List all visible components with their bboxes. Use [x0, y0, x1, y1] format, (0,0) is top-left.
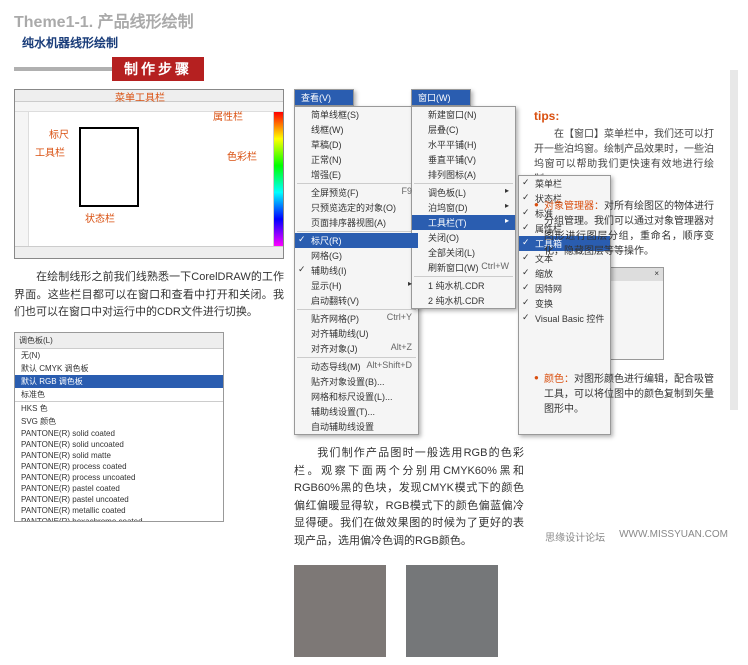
scrollbar-decoration	[730, 70, 738, 410]
paragraph-2: 我们制作产品图时一般选用RGB的色彩栏。观察下面两个分别用CMYK60%黑和RG…	[294, 445, 524, 551]
anno-toolbox: 工具栏	[35, 144, 65, 159]
tip-object-manager: 对象管理器：对所有绘图区的物体进行分组管理。我们可以通过对象管理器对图形进行图层…	[534, 199, 714, 259]
close-icon: ×	[654, 269, 659, 280]
menu-view: 简单线框(S)线框(W)草稿(D)正常(N)增强(E)全屏预览(F)F9只预览选…	[294, 106, 419, 435]
footer: 思缘设计论坛 WWW.MISSYUAN.COM	[545, 529, 728, 544]
anno-palette: 色彩栏	[227, 148, 257, 163]
title-main: Theme1-1. 产品线形绘制	[14, 8, 734, 32]
anno-property: 属性栏	[213, 108, 243, 123]
anno-status: 状态栏	[85, 210, 115, 225]
paragraph-1: 在绘制线形之前我们线熟悉一下CorelDRAW的工作界面。这些栏目都可以在窗口和…	[14, 269, 284, 322]
coreldraw-screenshot: 菜单工具栏 属性栏 标尺 工具栏 色彩栏 状态栏	[14, 89, 284, 259]
menu-window: 新建窗口(N)层叠(C)水平平铺(H)垂直平铺(V)排列图标(A)调色板(L)泊…	[411, 106, 516, 309]
step-label: 制作步骤	[112, 57, 204, 81]
tip-color: 颜色：对图形颜色进行编辑，配合吸管工具，可以将位图中的颜色复制到矢量图形中。	[534, 372, 714, 417]
anno-menubar: 菜单工具栏	[115, 89, 165, 104]
palette-dropdown-screenshot: 调色板(L) 无(N)默认 CMYK 调色板默认 RGB 调色板标准色 HKS …	[14, 332, 224, 522]
tips-heading: tips:	[534, 109, 714, 123]
swatch-cmyk-60	[294, 565, 386, 657]
swatch-rgb-60	[406, 565, 498, 657]
footer-forum: 思缘设计论坛	[545, 529, 605, 544]
menu-window-title: 窗口(W)	[411, 89, 471, 106]
step-bar: 制作步骤	[14, 57, 734, 81]
title-sub: 纯水机器线形绘制	[22, 34, 734, 51]
footer-url: WWW.MISSYUAN.COM	[619, 529, 728, 544]
menu-view-title: 查看(V)	[294, 89, 354, 106]
anno-ruler: 标尺	[49, 126, 69, 141]
